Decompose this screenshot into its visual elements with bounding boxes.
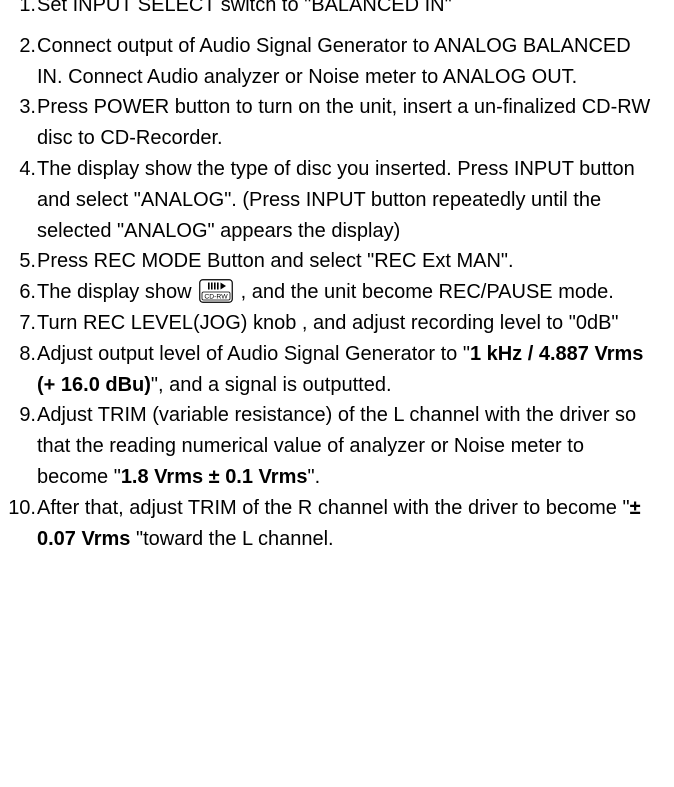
cdrw-icon-label: CD-RW — [204, 293, 228, 300]
step-number: 3. — [19, 96, 36, 119]
step-text: The display show CD-RW , and the unit be… — [36, 277, 656, 308]
step-text: The display show the type of disc you in… — [36, 154, 656, 246]
step-text-run: After that, adjust TRIM of the R channel… — [37, 496, 630, 519]
step-text-run: Press POWER button to turn on the unit, … — [37, 96, 651, 150]
step-text: Adjust TRIM (variable resistance) of the… — [36, 400, 656, 492]
step-number: 10. — [8, 496, 36, 519]
step-3: 3. Press POWER button to turn on the unit… — [0, 92, 656, 154]
step-text-run: ". — [307, 465, 321, 488]
step-text-run: Set INPUT SELECT switch to "BALANCED IN" — [37, 0, 452, 16]
step-9: 9. Adjust TRIM (variable resistance) of t… — [0, 400, 656, 492]
step-number: 7. — [19, 311, 36, 334]
step-text-run: , and the unit become REC/PAUSE mode. — [235, 281, 614, 304]
step-text-run: Turn REC LEVEL(JOG) knob , and adjust re… — [37, 311, 619, 334]
step-text-run: Press REC MODE Button and select "REC Ex… — [37, 250, 514, 273]
step-2: 2. Connect output of Audio Signal Generat… — [0, 31, 656, 93]
step-text-run: The display show the type of disc you in… — [37, 157, 635, 242]
step-text-run: Connect output of Audio Signal Generator… — [37, 34, 631, 88]
step-text-run: "toward the L channel. — [130, 527, 334, 550]
step-text-run: Adjust output level of Audio Signal Gene… — [37, 342, 470, 365]
step-text: Connect output of Audio Signal Generator… — [36, 31, 656, 93]
step-number: 5. — [19, 250, 36, 273]
step-text: After that, adjust TRIM of the R channel… — [36, 493, 656, 555]
step-text: Turn REC LEVEL(JOG) knob , and adjust re… — [36, 308, 656, 339]
procedure-steps: 1. Set INPUT SELECT switch to "BALANCED I… — [0, 0, 656, 554]
step-1: 1. Set INPUT SELECT switch to "BALANCED I… — [0, 0, 656, 31]
step-number: 8. — [19, 342, 36, 365]
step-text: Press REC MODE Button and select "REC Ex… — [36, 246, 656, 277]
step-10: 10. After that, adjust TRIM of the R chan… — [0, 493, 656, 555]
step-6: 6. The display show CD-RW , and the unit … — [0, 277, 656, 308]
document-page: 1. Set INPUT SELECT switch to "BALANCED I… — [0, 0, 674, 787]
step-number: 9. — [19, 404, 36, 427]
step-text: Set INPUT SELECT switch to "BALANCED IN" — [36, 0, 656, 21]
step-number: 2. — [19, 34, 36, 57]
step-text-run: The display show — [37, 281, 198, 304]
step-text: Press POWER button to turn on the unit, … — [36, 92, 656, 154]
step-number: 4. — [19, 157, 36, 180]
step-number: 6. — [19, 281, 36, 304]
step-emphasis: 1.8 Vrms ± 0.1 Vrms — [120, 465, 308, 488]
step-8: 8. Adjust output level of Audio Signal Ge… — [0, 339, 656, 401]
step-number: 1. — [19, 0, 36, 16]
step-4: 4. The display show the type of disc you … — [0, 154, 656, 246]
step-text: Adjust output level of Audio Signal Gene… — [36, 339, 656, 401]
cdrw-rec-pause-icon: CD-RW — [199, 279, 233, 303]
step-7: 7. Turn REC LEVEL(JOG) knob , and adjust … — [0, 308, 656, 339]
step-text-run: ", and a signal is outputted. — [150, 373, 392, 396]
step-5: 5. Press REC MODE Button and select "REC … — [0, 246, 656, 277]
